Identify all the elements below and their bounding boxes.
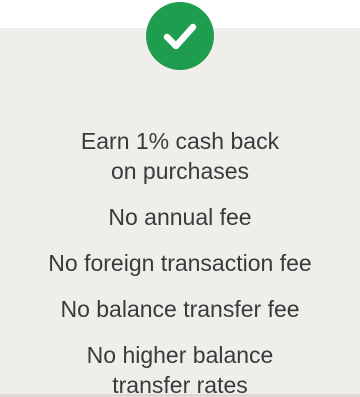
benefits-list: Earn 1% cash back on purchases No annual… <box>0 126 360 397</box>
benefit-item-balance-transfer-rates: No higher balance transfer rates <box>86 342 274 397</box>
benefit-item-annual-fee: No annual fee <box>108 204 252 230</box>
benefit-item-balance-transfer-fee: No balance transfer fee <box>60 296 300 322</box>
benefits-card: Earn 1% cash back on purchases No annual… <box>0 28 360 397</box>
benefit-item-foreign-transaction-fee: No foreign transaction fee <box>48 250 312 276</box>
checkmark-circle-icon <box>146 2 214 70</box>
benefit-item-cash-back: Earn 1% cash back on purchases <box>80 128 280 184</box>
checkmark-icon <box>163 23 197 50</box>
